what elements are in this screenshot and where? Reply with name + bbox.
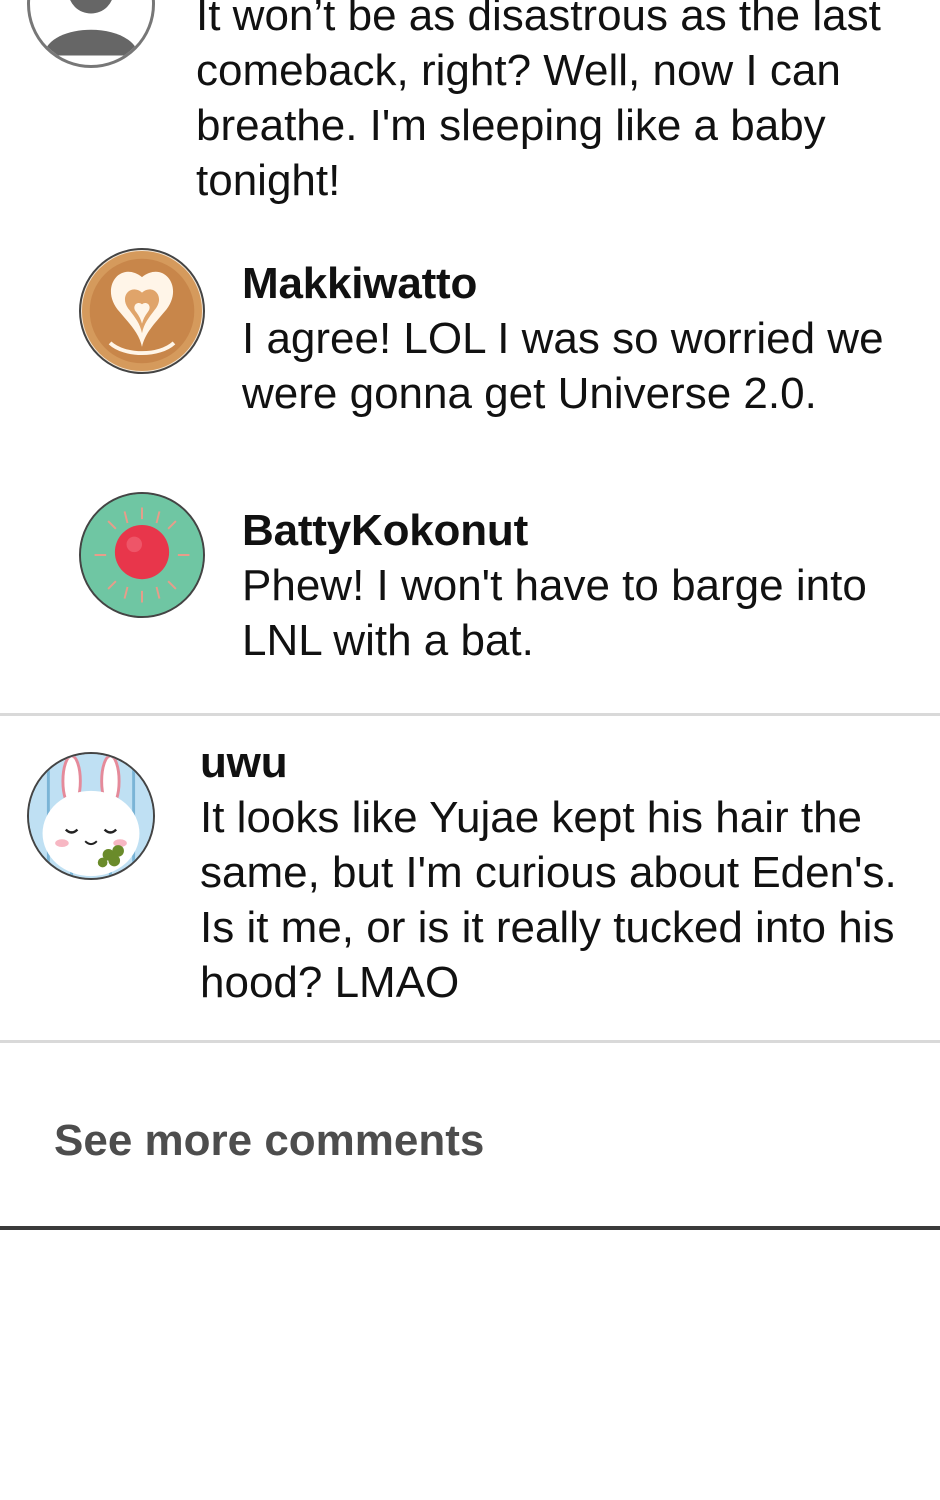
makkiwatto-avatar[interactable] bbox=[79, 248, 205, 374]
uwu-avatar[interactable] bbox=[27, 752, 155, 880]
comment-3: uwu It looks like Yujae kept his hair th… bbox=[200, 736, 920, 1010]
comment-username[interactable]: Makkiwatto bbox=[242, 257, 932, 311]
comment-1: Makkiwatto I agree! LOL I was so worried… bbox=[242, 257, 932, 421]
comment-username[interactable]: BattyKokonut bbox=[242, 504, 932, 558]
battykokonut-avatar[interactable] bbox=[79, 492, 205, 618]
comment-text: It won’t be as disastrous as the last co… bbox=[196, 0, 881, 205]
comment-2: BattyKokonut Phew! I won't have to barge… bbox=[242, 504, 932, 668]
comment-0: It won’t be as disastrous as the last co… bbox=[196, 0, 896, 208]
comment-divider bbox=[0, 1040, 940, 1043]
comment-text: I agree! LOL I was so worried we were go… bbox=[242, 314, 884, 418]
comment-text: Phew! I won't have to barge into LNL wit… bbox=[242, 561, 867, 665]
default-user-icon bbox=[43, 0, 139, 56]
comment-username[interactable]: uwu bbox=[200, 736, 920, 790]
comment-text: It looks like Yujae kept his hair the sa… bbox=[200, 793, 897, 1007]
section-bottom-divider bbox=[0, 1226, 940, 1230]
red-dot-sun-icon bbox=[81, 494, 203, 616]
see-more-comments-link[interactable]: See more comments bbox=[54, 1114, 484, 1168]
default-user-avatar[interactable] bbox=[27, 0, 155, 68]
bunny-icon bbox=[29, 754, 153, 878]
latte-art-icon bbox=[81, 250, 203, 372]
comment-divider bbox=[0, 713, 940, 716]
